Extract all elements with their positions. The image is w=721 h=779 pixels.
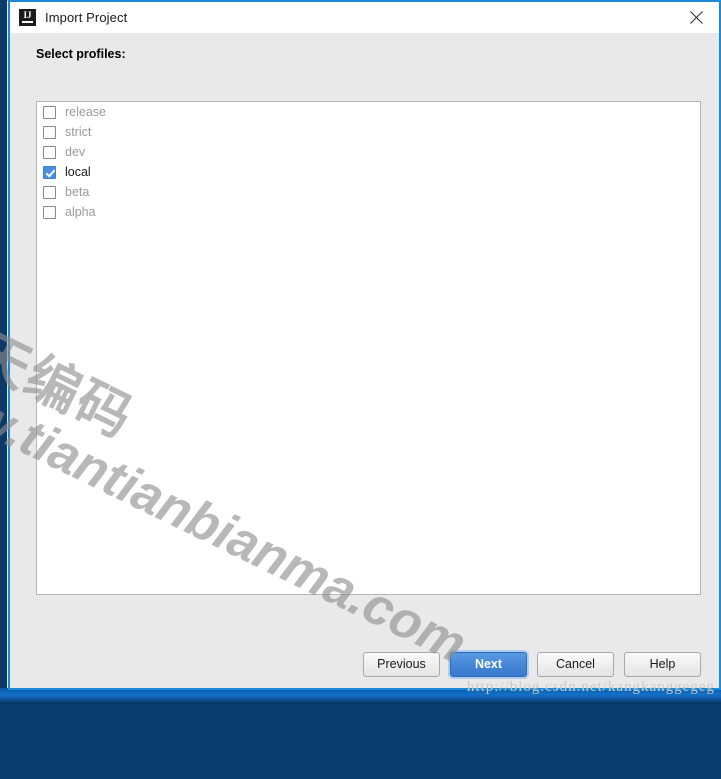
next-button[interactable]: Next [450,652,527,677]
list-item-label: local [65,165,91,179]
list-item[interactable]: strict [37,122,700,142]
intellij-idea-icon: IJ [19,9,36,26]
select-profiles-label: Select profiles: [28,33,701,68]
close-icon[interactable] [674,2,719,33]
checkbox-dev[interactable] [43,146,56,159]
dialog-titlebar: IJ Import Project [10,2,719,33]
desktop-background: IJ Import Project Select profiles: relea… [0,0,721,704]
app-icon-letters: IJ [19,10,36,20]
list-item-label: beta [65,185,89,199]
checkbox-local[interactable] [43,166,56,179]
list-item[interactable]: local [37,162,700,182]
close-x-glyph [689,10,704,25]
background-taskbar [0,688,721,704]
previous-button[interactable]: Previous [363,652,440,677]
list-item[interactable]: release [37,102,700,122]
list-item[interactable]: alpha [37,202,700,222]
list-item[interactable]: beta [37,182,700,202]
dialog-footer: Previous Next Cancel Help [10,640,719,688]
profiles-list[interactable]: release strict dev local beta [36,101,701,595]
checkbox-strict[interactable] [43,126,56,139]
dialog-title: Import Project [45,10,127,25]
list-item-label: dev [65,145,85,159]
list-item[interactable]: dev [37,142,700,162]
app-icon-underline [22,21,33,23]
cancel-button[interactable]: Cancel [537,652,614,677]
checkbox-release[interactable] [43,106,56,119]
checkbox-alpha[interactable] [43,206,56,219]
import-project-dialog: IJ Import Project Select profiles: relea… [8,0,721,690]
dialog-body: Select profiles: release strict dev loca… [10,33,719,640]
list-item-label: strict [65,125,91,139]
help-button[interactable]: Help [624,652,701,677]
checkbox-beta[interactable] [43,186,56,199]
background-left-edge [0,0,7,704]
list-item-label: alpha [65,205,96,219]
list-item-label: release [65,105,106,119]
